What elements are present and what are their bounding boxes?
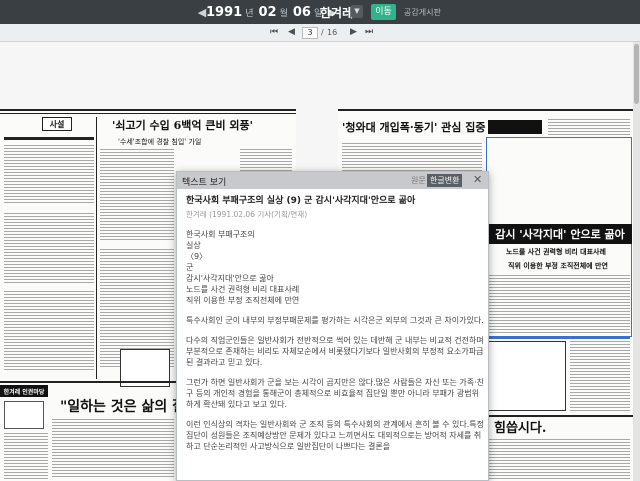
go-button[interactable]: 이동 [371,4,396,20]
heading-line: 감시'사각지대'안으로 곪아 [186,274,274,283]
hangul-convert-tab[interactable]: 한글변환 [427,174,463,187]
article-title: 한국사회 부패구조의 실상 (9) 군 감시'사각지대'안으로 곪아 [186,196,416,206]
heading-line: 군 [186,263,194,272]
left-banner-headline: "일하는 것은 삶의 질 [60,399,185,415]
vertical-scrollbar[interactable] [633,42,640,481]
editorial-text-block [4,145,94,205]
page-separator: / [321,28,324,37]
series-label-box [488,120,542,134]
page-top-rule-thin [0,113,296,114]
first-page-icon[interactable]: ⏮ [270,27,278,37]
heading-line: 노드를 사건 권력형 비리 대표사례 [186,285,300,294]
newspaper-name[interactable]: 한겨레 [320,4,353,21]
right-top-text [548,119,630,137]
dialog-header: 텍스트 보기 원문 한글변환 ✕ [177,172,488,189]
left-section-label: 한겨레 인권마당 [0,385,48,397]
year-value[interactable]: 1991 [206,5,242,20]
heading-line: 실상 [186,241,201,250]
left-sub-headline: '수세'조합에 경찰 침입' 가일 [118,138,202,146]
right-main-headline: '청와대 개입폭·동기' 관심 집중 [342,121,486,134]
editorial-tag: 사설 [42,117,72,131]
right-article-text-2 [488,275,630,333]
article-paragraph: 그런가 하면 일반사회가 군을 보는 시각이 곱지만은 않다.많은 사람들은 자… [186,378,485,409]
heading-line: 한국사회 부패구조의 [186,230,255,239]
board-link[interactable]: 공감게시판 [404,7,441,18]
dialog-title: 텍스트 보기 [182,178,227,188]
right-bottom-headline: 힘씁시다. [494,421,547,436]
right-article-text-3 [570,341,630,411]
editorial-text-block-2 [4,213,94,283]
year-unit: 년 [245,8,254,19]
page-top-rule [338,109,634,111]
left-bottom-text-2 [52,419,174,479]
left-main-headline: '쇠고기 수입 6백억 큰비 외풍' [112,119,254,132]
editorial-title-line [4,137,94,140]
article-paragraph: 다수의 직업군인들은 일반사회가 전반적으로 썩어 있는 데반해 군 내부는 비… [186,336,484,367]
heading-line: 〈9〉 [186,252,208,261]
last-page-icon[interactable]: ⏭ [365,27,373,37]
date-selector: 1991 년 02 월 06 일 ▶ [206,3,337,21]
day-value[interactable]: 06 [293,5,311,20]
selection-divider [488,337,630,339]
column-rule [96,117,97,379]
date-navigation-bar: ◀ 1991 년 02 월 06 일 ▶ 한겨레 ▼ 이동 공감게시판 [0,0,640,24]
right-bottom-text [488,439,630,479]
prev-page-icon[interactable]: ◀ [288,27,295,37]
right-sub-headline-1: 노드를 사건 권력형 비리 대표사례 [506,247,606,256]
left-bottom-illustration [4,401,44,429]
right-cartoon [486,341,566,411]
editorial-text-block-3 [4,291,94,371]
right-sub-headline-2: 직위 이용한 부정 조직전체에 만연 [508,261,608,270]
article-paragraph: 특수사회인 군이 내부의 부정부패문제를 평가하는 시각은군 외부의 그것과 큰… [186,316,484,325]
month-unit: 월 [279,8,288,19]
page-top-rule [0,109,296,111]
article-heading-lines: 한국사회 부패구조의 실상 〈9〉 군 감시'사각지대'안으로 곪아 노드를 사… [186,229,486,306]
viewer-window: ◀ 1991 년 02 월 06 일 ▶ 한겨레 ▼ 이동 공감게시판 ⏮ ◀ … [0,0,640,481]
left-bottom-text [4,433,48,479]
month-value[interactable]: 02 [258,5,276,20]
newspaper-scan-area[interactable]: 사설 '쇠고기 수입 6백억 큰비 외풍' '수세'조합에 경찰 침입' 가일 … [0,42,640,481]
scrollbar-thumb[interactable] [634,44,639,104]
text-view-dialog: 텍스트 보기 원문 한글변환 ✕ 한국사회 부패구조의 실상 (9) 군 감시'… [176,171,489,481]
heading-line: 직위 이용한 부정 조직전체에 만연 [186,296,300,305]
next-page-icon[interactable]: ▶ [350,27,357,37]
article-paragraph: 이런 인식상의 격차는 일반사회와 군 조직 등의 특수사회의 관계에서 흔히 … [186,420,485,451]
article-meta: 한겨레 (1991.02.06 기사(기획/연재) [186,210,308,219]
page-number-input[interactable]: 3 [302,27,318,39]
total-pages: 16 [327,28,338,37]
page-navigation-bar: ⏮ ◀ 3 / 16 ▶ ⏭ [0,24,640,42]
newspaper-dropdown-icon[interactable]: ▼ [351,5,363,18]
dialog-body[interactable]: 한국사회 부패구조의 실상 (9) 군 감시'사각지대'안으로 곪아 한겨레 (… [186,194,486,480]
left-article-text [100,149,174,241]
original-tab[interactable]: 원문 [411,175,426,186]
right-black-headline: 감시 '사각지대' 안으로 곪아 [488,224,632,244]
close-icon[interactable]: ✕ [473,173,482,186]
